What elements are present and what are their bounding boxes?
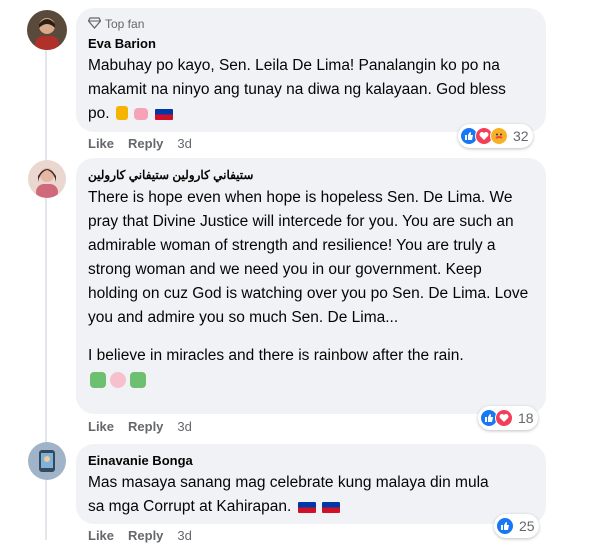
avatar[interactable] [28, 160, 66, 198]
like-button[interactable]: Like [88, 528, 114, 543]
comment-bubble: Top fan Eva Barion Mabuhay po kayo, Sen.… [76, 8, 546, 132]
like-button[interactable]: Like [88, 136, 114, 151]
comment-paragraph: There is hope even when hope is hopeless… [88, 189, 529, 326]
comment-text: Mas masaya sanang mag celebrate kung mal… [88, 474, 489, 515]
reply-button[interactable]: Reply [128, 528, 163, 543]
reaction-count: 18 [518, 410, 534, 426]
comment-actions: Like Reply 3d [88, 136, 192, 151]
comment-paragraph: I believe in miracles and there is rainb… [88, 347, 464, 364]
comment-text: Mabuhay po kayo, Sen. Leila De Lima! Pan… [88, 57, 506, 122]
flag-ph-emoji [297, 502, 316, 513]
author-name[interactable]: Einavanie Bonga [88, 452, 534, 470]
comment-bubble: Einavanie Bonga Mas masaya sanang mag ce… [76, 444, 546, 524]
care-icon [490, 127, 508, 145]
like-icon [496, 517, 514, 535]
love-icon [495, 409, 513, 427]
flag-ph-emoji [154, 109, 173, 120]
emoji-row [88, 372, 534, 388]
recycle-emoji [130, 372, 146, 388]
flag-ph-emoji [321, 502, 340, 513]
heart-emoji [134, 108, 149, 120]
top-fan-badge: Top fan [87, 16, 534, 32]
reply-button[interactable]: Reply [128, 136, 163, 151]
comment-text: There is hope even when hope is hopeless… [88, 186, 534, 368]
reaction-count: 25 [519, 518, 535, 534]
author-name[interactable]: ستيفاني كارولين ستيفاني كارولين [88, 166, 534, 184]
avatar[interactable] [27, 10, 67, 50]
timestamp[interactable]: 3d [177, 419, 191, 434]
comment-bubble: ستيفاني كارولين ستيفاني كارولين There is… [76, 158, 546, 414]
comment-actions: Like Reply 3d [88, 419, 192, 434]
diamond-icon [87, 16, 102, 32]
timestamp[interactable]: 3d [177, 136, 191, 151]
reaction-summary[interactable]: 32 [458, 124, 533, 148]
author-name[interactable]: Eva Barion [88, 35, 534, 53]
reaction-summary[interactable]: 18 [478, 406, 538, 430]
reply-button[interactable]: Reply [128, 419, 163, 434]
comment-actions: Like Reply 3d [88, 528, 192, 543]
avatar[interactable] [28, 442, 66, 480]
reaction-summary[interactable]: 25 [494, 514, 539, 538]
timestamp[interactable]: 3d [177, 528, 191, 543]
recycle-emoji [90, 372, 106, 388]
reaction-count: 32 [513, 128, 529, 144]
flower-emoji [110, 372, 126, 388]
like-button[interactable]: Like [88, 419, 114, 434]
pray-emoji [115, 106, 128, 120]
badge-label: Top fan [105, 17, 145, 31]
